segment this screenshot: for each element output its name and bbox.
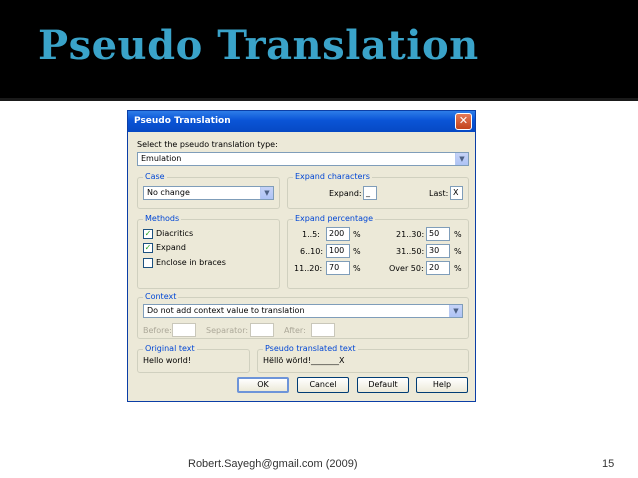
case-group-title: Case: [143, 172, 167, 182]
expand-char-input[interactable]: _: [363, 186, 377, 200]
after-input[interactable]: [311, 323, 335, 337]
type-select[interactable]: Emulation ▼: [137, 152, 469, 166]
slide-footer: Robert.Sayegh@gmail.com (2009): [188, 458, 358, 470]
pct-input-over-50[interactable]: 20: [426, 261, 450, 275]
cancel-button[interactable]: Cancel: [297, 377, 349, 393]
pct-unit: %: [353, 247, 361, 256]
pct-unit: %: [353, 230, 361, 239]
type-label: Select the pseudo translation type:: [137, 140, 278, 149]
pct-unit: %: [454, 264, 462, 273]
pseudo-text-value: Hëllö wörld!_______X: [261, 355, 345, 369]
ok-button[interactable]: OK: [237, 377, 289, 393]
pct-label-over-50: Over 50:: [389, 264, 424, 273]
pseudo-text-title: Pseudo translated text: [263, 344, 358, 354]
expand-percentage-title: Expand percentage: [293, 214, 376, 224]
pct-unit: %: [454, 230, 462, 239]
expand-characters-title: Expand characters: [293, 172, 372, 182]
pct-input-6-10[interactable]: 100: [326, 244, 350, 258]
help-button[interactable]: Help: [416, 377, 468, 393]
last-char-input[interactable]: X: [450, 186, 463, 200]
methods-title: Methods: [143, 214, 182, 224]
expand-characters-group: Expand characters Expand: _ Last: X: [287, 172, 469, 209]
case-select-value: No change: [147, 188, 190, 197]
pseudo-translation-dialog: Pseudo Translation ✕ Select the pseudo t…: [127, 110, 476, 402]
pseudo-text-group: Pseudo translated text Hëllö wörld!_____…: [257, 344, 469, 373]
default-button[interactable]: Default: [357, 377, 409, 393]
pct-label-11-20: 11..20:: [294, 264, 323, 273]
pct-input-11-20[interactable]: 70: [326, 261, 350, 275]
pct-label-6-10: 6..10:: [300, 247, 324, 256]
diacritics-label: Diacritics: [156, 229, 194, 238]
pct-input-31-50[interactable]: 30: [426, 244, 450, 258]
separator-input[interactable]: [250, 323, 274, 337]
expand-percentage-group: Expand percentage 1..5: 200 % 21..30: 50…: [287, 214, 469, 289]
chevron-down-icon[interactable]: ▼: [260, 187, 273, 199]
case-group: Case No change ▼: [137, 172, 280, 209]
pct-unit: %: [454, 247, 462, 256]
before-label: Before:: [143, 326, 172, 335]
pct-label-21-30: 21..30:: [396, 230, 425, 239]
enclose-braces-checkbox[interactable]: [143, 258, 153, 268]
type-select-value: Emulation: [141, 154, 182, 163]
after-label: After:: [284, 326, 306, 335]
dialog-title-bar: Pseudo Translation: [128, 111, 475, 132]
original-text-value: Hello world!: [141, 355, 192, 369]
pct-label-31-50: 31..50:: [396, 247, 425, 256]
original-text-group: Original text Hello world!: [137, 344, 250, 373]
slide-page-number: 15: [602, 458, 615, 470]
context-title: Context: [143, 292, 179, 302]
diacritics-checkbox[interactable]: ✓: [143, 229, 153, 239]
before-input[interactable]: [172, 323, 196, 337]
expand-label: Expand:: [329, 189, 362, 198]
chevron-down-icon[interactable]: ▼: [455, 153, 468, 165]
context-select[interactable]: Do not add context value to translation …: [143, 304, 463, 318]
pct-input-21-30[interactable]: 50: [426, 227, 450, 241]
pct-unit: %: [353, 264, 361, 273]
last-label: Last:: [429, 189, 449, 198]
slide-title: Pseudo Translation: [38, 22, 479, 69]
expand-checkbox[interactable]: ✓: [143, 243, 153, 253]
dialog-title: Pseudo Translation: [134, 116, 231, 126]
chevron-down-icon[interactable]: ▼: [449, 305, 462, 317]
context-select-value: Do not add context value to translation: [147, 306, 305, 315]
separator-label: Separator:: [206, 326, 249, 335]
original-text-title: Original text: [143, 344, 197, 354]
expand-method-label: Expand: [156, 243, 186, 252]
enclose-braces-label: Enclose in braces: [156, 258, 226, 267]
pct-label-1-5: 1..5:: [302, 230, 320, 239]
title-divider: [0, 98, 638, 101]
context-group: Context Do not add context value to tran…: [137, 292, 469, 339]
methods-group: Methods ✓ Diacritics ✓ Expand Enclose in…: [137, 214, 280, 289]
slide-title-bar: Pseudo Translation: [0, 0, 638, 101]
close-icon[interactable]: ✕: [455, 113, 472, 130]
pct-input-1-5[interactable]: 200: [326, 227, 350, 241]
case-select[interactable]: No change ▼: [143, 186, 274, 200]
